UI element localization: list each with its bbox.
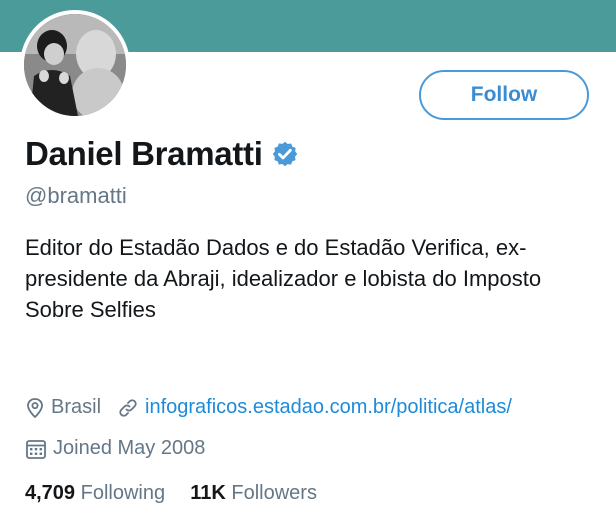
profile-name-row: Daniel Bramatti (25, 135, 299, 173)
profile-meta-row: Brasil infograficos.estadao.com.br/polit… (25, 396, 512, 419)
verified-badge-icon (271, 140, 299, 168)
profile-name: Daniel Bramatti (25, 135, 263, 172)
follow-button[interactable]: Follow (419, 70, 589, 120)
avatar[interactable] (20, 10, 130, 120)
profile-joined-date: Joined May 2008 (53, 437, 206, 459)
followers-link[interactable]: 11K Followers (190, 482, 317, 504)
profile-handle: @bramatti (25, 183, 127, 208)
profile-bio: Editor do Estadão Dados e do Estadão Ver… (25, 235, 542, 322)
following-label: Following (80, 482, 166, 504)
avatar-photo (24, 14, 126, 116)
followers-count: 11K (190, 482, 226, 504)
profile-location: Brasil (51, 396, 102, 418)
following-count: 4,709 (25, 482, 76, 504)
location-pin-icon (25, 397, 45, 419)
profile-joined-row: Joined May 2008 (25, 437, 205, 460)
link-icon (117, 397, 139, 419)
calendar-icon (25, 438, 47, 460)
following-link[interactable]: 4,709 Following (25, 482, 171, 504)
followers-label: Followers (231, 482, 317, 504)
profile-website-link[interactable]: infograficos.estadao.com.br/politica/atl… (145, 396, 512, 419)
profile-counts: 4,709 Following 11K Followers (25, 482, 317, 505)
